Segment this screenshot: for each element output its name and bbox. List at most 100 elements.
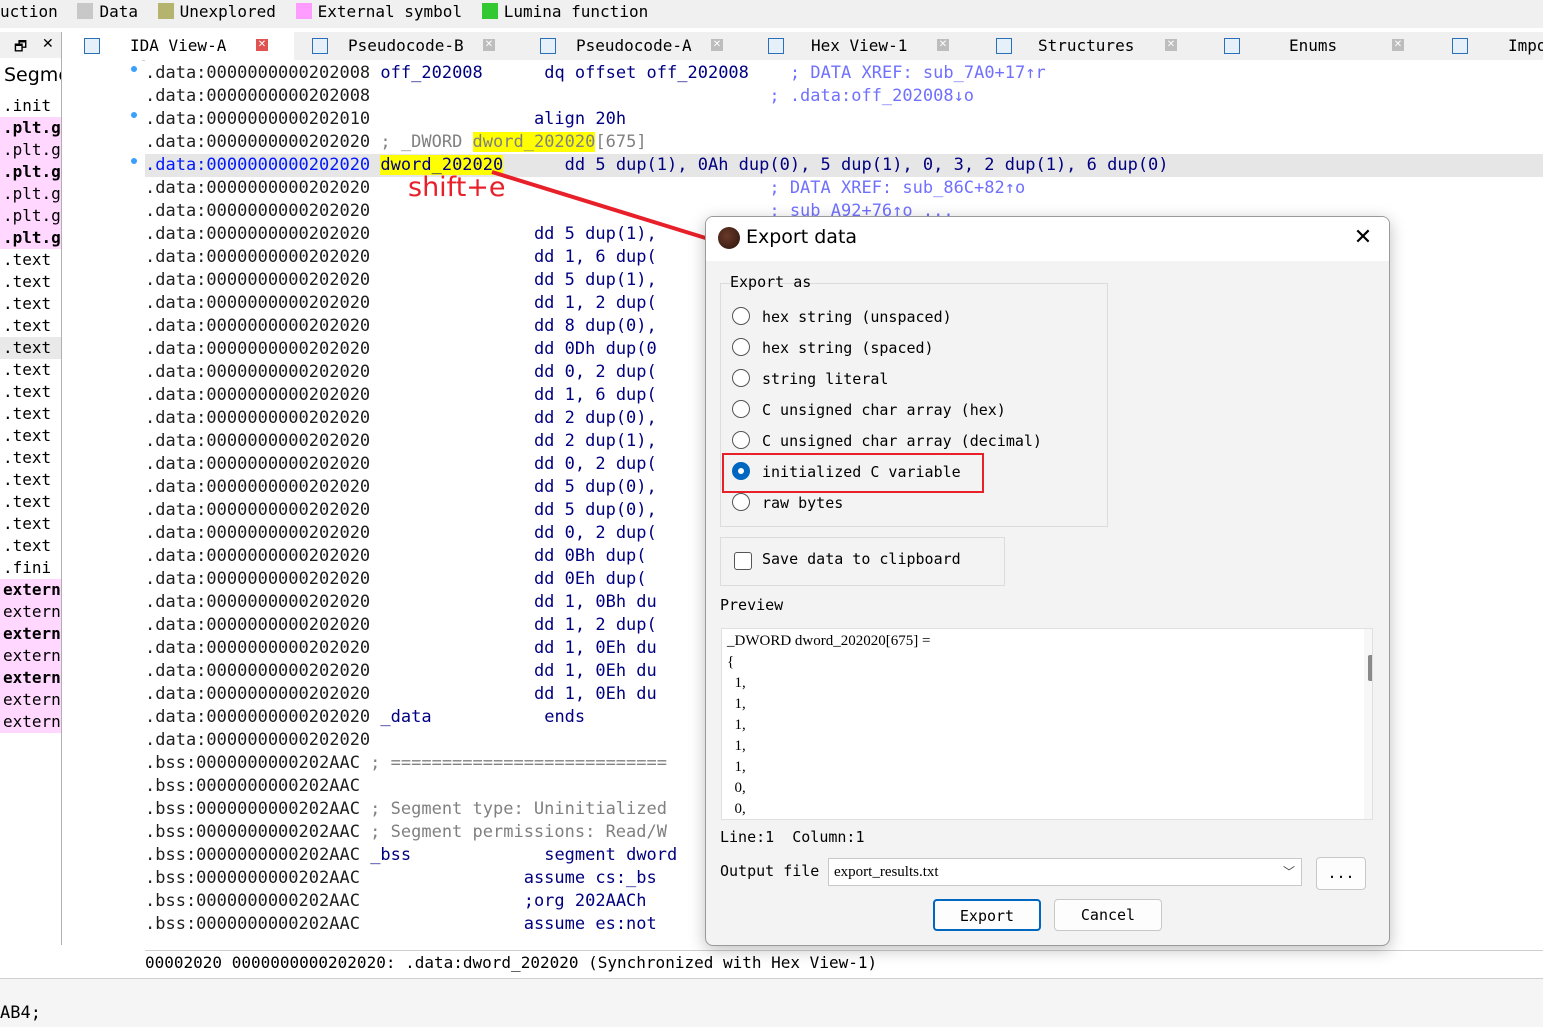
listing-line[interactable]: .data:0000000000202020 ; DATA XREF: sub_…: [145, 177, 1025, 200]
segment-row[interactable]: extern: [0, 601, 61, 623]
listing-line[interactable]: .data:0000000000202020 dd 1, 2 dup(: [145, 292, 657, 315]
listing-line[interactable]: .bss:0000000000202AAC ; Segment type: Un…: [145, 798, 667, 821]
listing-line[interactable]: .data:0000000000202020 dd 2 dup(0),: [145, 407, 657, 430]
radio-label[interactable]: string literal: [762, 367, 888, 391]
tab-structures[interactable]: Structures ✕: [978, 32, 1206, 60]
listing-line[interactable]: .data:0000000000202020 dd 0, 2 dup(: [145, 453, 657, 476]
close-icon[interactable]: ✕: [256, 39, 268, 51]
radio-label[interactable]: C unsigned char array (decimal): [762, 429, 1042, 453]
listing-line[interactable]: .data:0000000000202010 align 20h: [145, 108, 626, 131]
close-icon[interactable]: ✕: [1165, 39, 1177, 51]
preview-scrollbar[interactable]: [1364, 629, 1372, 819]
tab-pseudocode-b[interactable]: Pseudocode-B ✕: [294, 32, 522, 60]
listing-line[interactable]: .data:0000000000202020 dd 0Bh dup(: [145, 545, 647, 568]
listing-line[interactable]: .data:0000000000202020 dd 5 dup(1),: [145, 223, 657, 246]
segment-row[interactable]: .text: [0, 469, 61, 491]
chevron-down-icon[interactable]: ﹀: [1283, 859, 1295, 885]
listing-line[interactable]: .data:0000000000202020 dd 0Dh dup(0: [145, 338, 657, 361]
segment-row[interactable]: .init: [0, 95, 61, 117]
listing-line[interactable]: .data:0000000000202020 dd 8 dup(0),: [145, 315, 657, 338]
listing-line[interactable]: .data:0000000000202020: [145, 729, 370, 752]
radio-label[interactable]: C unsigned char array (hex): [762, 398, 1006, 422]
segment-row[interactable]: .fini: [0, 557, 61, 579]
segment-row[interactable]: .text: [0, 513, 61, 535]
listing-line[interactable]: .data:0000000000202020 dd 0, 2 dup(: [145, 361, 657, 384]
listing-line[interactable]: .data:0000000000202020 dd 1, 6 dup(: [145, 246, 657, 269]
radio-label[interactable]: raw bytes: [762, 491, 843, 515]
segment-row[interactable]: .plt.g: [0, 161, 61, 183]
save-to-clipboard-label[interactable]: Save data to clipboard: [762, 550, 961, 568]
segment-row[interactable]: .text: [0, 249, 61, 271]
segment-row[interactable]: .text: [0, 271, 61, 293]
listing-line[interactable]: .data:0000000000202008 ; .data:off_20200…: [145, 85, 974, 108]
listing-line[interactable]: .data:0000000000202020 dd 1, 0Eh du: [145, 683, 657, 706]
segment-row[interactable]: .text: [0, 535, 61, 557]
export-button[interactable]: Export: [933, 899, 1041, 931]
listing-line[interactable]: .data:0000000000202020 dd 1, 0Bh du: [145, 591, 657, 614]
listing-line[interactable]: .bss:0000000000202AAC ; Segment permissi…: [145, 821, 667, 844]
segment-row[interactable]: .text: [0, 447, 61, 469]
radio-label[interactable]: hex string (spaced): [762, 336, 934, 360]
cancel-button[interactable]: Cancel: [1054, 899, 1162, 931]
listing-line[interactable]: .bss:0000000000202AAC ;org 202AACh: [145, 890, 647, 913]
close-icon[interactable]: ✕: [711, 39, 723, 51]
listing-line[interactable]: .data:0000000000202020 dd 5 dup(0),: [145, 499, 657, 522]
segment-row[interactable]: extern: [0, 667, 61, 689]
segment-row[interactable]: .plt.g: [0, 117, 61, 139]
radio-circle[interactable]: [732, 338, 750, 356]
radio-circle[interactable]: [732, 369, 750, 387]
segment-row[interactable]: .text: [0, 337, 61, 359]
segment-row[interactable]: extern: [0, 623, 61, 645]
segment-row[interactable]: extern: [0, 689, 61, 711]
segment-row[interactable]: .text: [0, 293, 61, 315]
segment-row[interactable]: .text: [0, 359, 61, 381]
segment-row[interactable]: .text: [0, 491, 61, 513]
listing-line[interactable]: .data:0000000000202008 off_202008 dq off…: [145, 62, 1046, 85]
tab-imports[interactable]: Impo: [1434, 32, 1543, 60]
close-icon[interactable]: ✕: [42, 36, 54, 52]
radio-label[interactable]: hex string (unspaced): [762, 305, 952, 329]
segment-row[interactable]: .plt.gc: [0, 205, 61, 227]
segment-row[interactable]: .text: [0, 425, 61, 447]
segment-row[interactable]: .text: [0, 381, 61, 403]
close-icon[interactable]: ✕: [1392, 39, 1404, 51]
segment-row[interactable]: .text: [0, 315, 61, 337]
listing-line[interactable]: .bss:0000000000202AAC assume cs:_bs: [145, 867, 657, 890]
dialog-close-button[interactable]: ✕: [1348, 223, 1378, 253]
listing-line[interactable]: .data:0000000000202020 dd 1, 2 dup(: [145, 614, 657, 637]
radio-circle[interactable]: [732, 400, 750, 418]
listing-line[interactable]: .data:0000000000202020 dd 1, 0Eh du: [145, 660, 657, 683]
listing-line[interactable]: .data:0000000000202020 dd 5 dup(1),: [145, 269, 657, 292]
segment-row[interactable]: extern: [0, 711, 61, 733]
listing-line[interactable]: .bss:0000000000202AAC: [145, 775, 360, 798]
listing-line[interactable]: .data:0000000000202020 dd 1, 6 dup(: [145, 384, 657, 407]
segment-row[interactable]: .text: [0, 403, 61, 425]
output-file-combobox[interactable]: export_results.txt ﹀: [828, 858, 1302, 886]
listing-line[interactable]: .data:0000000000202020 ; _DWORD dword_20…: [145, 131, 647, 154]
preview-text-area[interactable]: _DWORD dword_202020[675] ={ 1, 1, 1, 1, …: [721, 628, 1373, 820]
segment-row[interactable]: .plt.gc: [0, 139, 61, 161]
save-to-clipboard-checkbox[interactable]: [734, 552, 752, 570]
tab-hex-view-1[interactable]: Hex View-1 ✕: [750, 32, 978, 60]
listing-line[interactable]: .data:0000000000202020 dd 0, 2 dup(: [145, 522, 657, 545]
tab-pseudocode-a[interactable]: Pseudocode-A ✕: [522, 32, 750, 60]
segment-row[interactable]: .plt.g: [0, 227, 61, 249]
tab-enums[interactable]: Enums ✕: [1206, 32, 1434, 60]
listing-line[interactable]: .bss:0000000000202AAC ; ================…: [145, 752, 667, 775]
listing-line-selected[interactable]: .data:0000000000202020 dword_202020 dd 5…: [145, 154, 1543, 177]
segment-row[interactable]: .plt.gc: [0, 183, 61, 205]
listing-line[interactable]: .data:0000000000202020 dd 2 dup(1),: [145, 430, 657, 453]
radio-circle[interactable]: [732, 493, 750, 511]
listing-line[interactable]: .data:0000000000202020 dd 0Eh dup(: [145, 568, 647, 591]
close-icon[interactable]: ✕: [483, 39, 495, 51]
tab-ida-view-a[interactable]: IDA View-A ✕: [66, 32, 294, 60]
segment-row[interactable]: extern: [0, 645, 61, 667]
float-icon[interactable]: 🗗: [14, 36, 27, 60]
radio-circle[interactable]: [732, 307, 750, 325]
segment-row[interactable]: extern: [0, 579, 61, 601]
browse-button[interactable]: ...: [1316, 857, 1366, 890]
listing-line[interactable]: .data:0000000000202020 _data ends: [145, 706, 585, 729]
listing-line[interactable]: .bss:0000000000202AAC _bss segment dword: [145, 844, 677, 867]
listing-line[interactable]: .data:0000000000202020 dd 1, 0Eh du: [145, 637, 657, 660]
scrollbar-thumb[interactable]: [1368, 655, 1372, 681]
